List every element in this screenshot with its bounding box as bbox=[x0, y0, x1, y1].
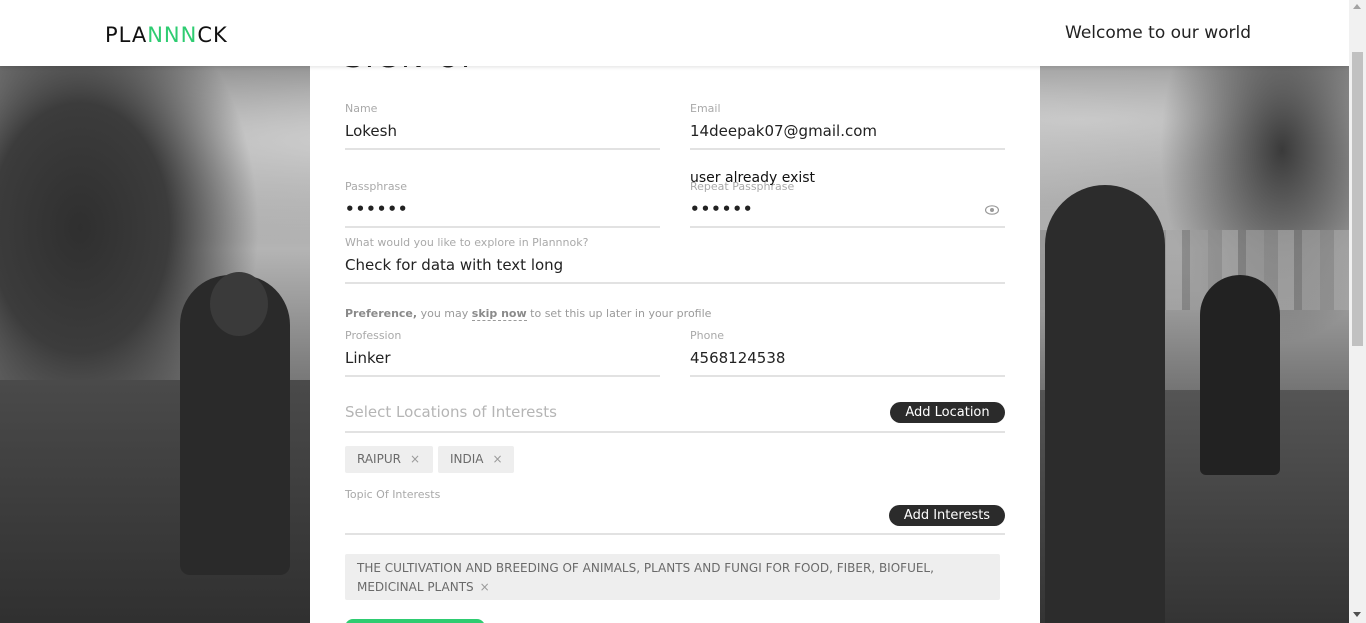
preference-text-1: you may bbox=[420, 307, 469, 320]
passphrase-input[interactable]: •••••• bbox=[345, 200, 409, 218]
preference-note: Preference, you may skip now to set this… bbox=[345, 307, 712, 321]
locations-underline bbox=[345, 431, 1005, 433]
eye-icon[interactable] bbox=[985, 205, 999, 215]
passphrase-label: Passphrase bbox=[345, 180, 408, 193]
background-person-right bbox=[1045, 185, 1165, 623]
profession-input[interactable]: Linker bbox=[345, 349, 391, 367]
name-field[interactable]: Name Lokesh bbox=[345, 102, 660, 150]
topic-chip: THE CULTIVATION AND BREEDING OF ANIMALS,… bbox=[345, 554, 1000, 600]
passphrase-field[interactable]: Passphrase •••••• bbox=[345, 180, 660, 228]
logo-suffix: CK bbox=[197, 23, 228, 47]
close-icon[interactable]: × bbox=[410, 452, 420, 466]
preference-bold: Preference, bbox=[345, 307, 418, 320]
email-label: Email bbox=[690, 102, 721, 115]
explore-field[interactable]: What would you like to explore in Plannn… bbox=[345, 236, 1005, 284]
email-underline bbox=[690, 148, 1005, 150]
background-person-left-head bbox=[210, 272, 268, 336]
logo-prefix: PLA bbox=[105, 23, 148, 47]
top-header: PLA NNN CK Welcome to our world bbox=[0, 0, 1349, 66]
location-chip-label: RAIPUR bbox=[357, 452, 401, 466]
explore-input[interactable]: Check for data with text long bbox=[345, 256, 563, 274]
profession-underline bbox=[345, 375, 660, 377]
add-interests-button[interactable]: Add Interests bbox=[889, 505, 1005, 526]
name-label: Name bbox=[345, 102, 378, 115]
preference-text-2: to set this up later in your profile bbox=[530, 307, 712, 320]
submit-button[interactable] bbox=[345, 619, 485, 623]
location-chip: INDIA × bbox=[438, 446, 514, 473]
repeat-passphrase-input[interactable]: •••••• bbox=[690, 200, 754, 218]
topic-chip-label: THE CULTIVATION AND BREEDING OF ANIMALS,… bbox=[357, 561, 934, 594]
scroll-down-icon[interactable] bbox=[1353, 612, 1361, 617]
add-location-button[interactable]: Add Location bbox=[890, 402, 1005, 423]
logo[interactable]: PLA NNN CK bbox=[105, 23, 228, 47]
page-scrollbar[interactable] bbox=[1349, 0, 1366, 623]
topics-label: Topic Of Interests bbox=[345, 488, 441, 501]
profession-field[interactable]: Profession Linker bbox=[345, 329, 660, 377]
error-message: user already exist bbox=[690, 170, 816, 186]
topics-underline bbox=[345, 533, 1005, 535]
phone-input[interactable]: 4568124538 bbox=[690, 349, 785, 367]
name-underline bbox=[345, 148, 660, 150]
close-icon[interactable]: × bbox=[480, 580, 490, 594]
explore-underline bbox=[345, 282, 1005, 284]
profession-label: Profession bbox=[345, 329, 402, 342]
email-input[interactable]: 14deepak07@gmail.com bbox=[690, 122, 877, 140]
name-input[interactable]: Lokesh bbox=[345, 122, 397, 140]
background-person-right-2 bbox=[1200, 275, 1280, 475]
phone-field[interactable]: Phone 4568124538 bbox=[690, 329, 1005, 377]
logo-highlight: NNN bbox=[147, 23, 198, 47]
phone-label: Phone bbox=[690, 329, 725, 342]
scroll-up-icon[interactable] bbox=[1353, 4, 1361, 9]
email-field[interactable]: Email 14deepak07@gmail.com bbox=[690, 102, 1005, 150]
locations-input[interactable]: Select Locations of Interests bbox=[345, 403, 557, 421]
skip-now-link[interactable]: skip now bbox=[471, 307, 527, 321]
welcome-text: Welcome to our world bbox=[1065, 23, 1252, 43]
location-chip-label: INDIA bbox=[450, 452, 484, 466]
repeat-passphrase-field[interactable]: Repeat Passphrase •••••• bbox=[690, 180, 1005, 228]
repeat-passphrase-underline bbox=[690, 226, 1005, 228]
phone-underline bbox=[690, 375, 1005, 377]
scrollbar-thumb[interactable] bbox=[1352, 52, 1363, 346]
close-icon[interactable]: × bbox=[493, 452, 503, 466]
passphrase-underline bbox=[345, 226, 660, 228]
location-chip: RAIPUR × bbox=[345, 446, 433, 473]
explore-label: What would you like to explore in Plannn… bbox=[345, 236, 589, 249]
